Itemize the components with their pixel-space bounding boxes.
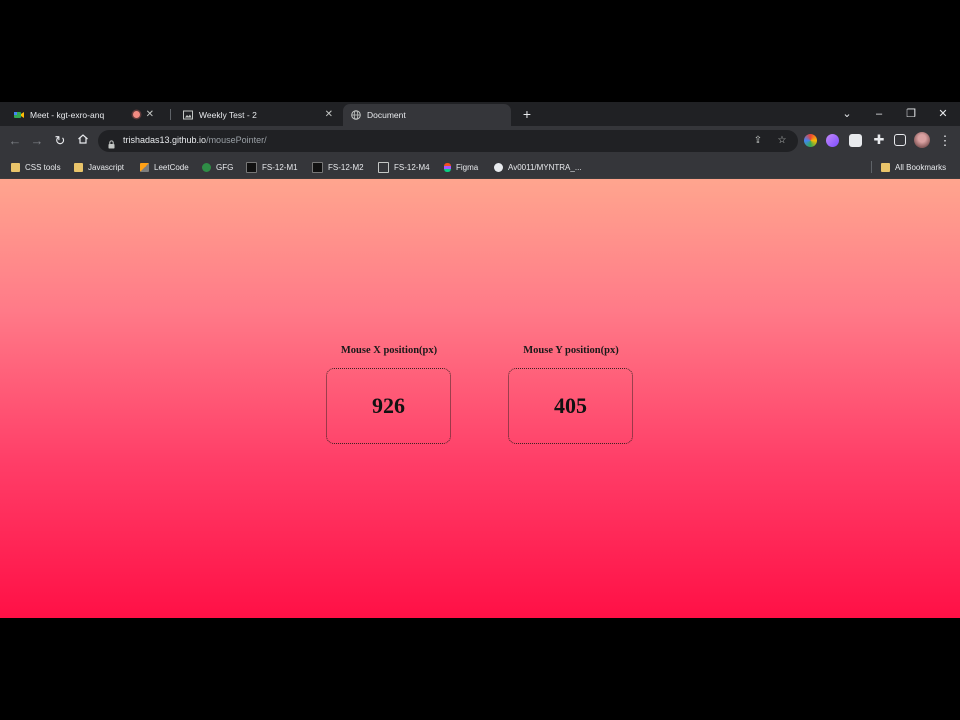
meet-icon [14,110,24,120]
tab-search-icon[interactable]: ⌄ [838,105,856,123]
image-icon [183,110,193,120]
site-icon [246,161,257,173]
tab-strip: Meet - kgt-exro-anq ✕ Weekly Test - 2 ✕ … [0,102,960,126]
mouse-y-value: 405 [554,393,587,418]
bookmark-star-icon[interactable]: ☆ [775,134,789,148]
bookmark-item[interactable]: FS-12-M2 [312,160,364,174]
tab-weekly-test[interactable]: Weekly Test - 2 ✕ [175,104,341,126]
extension-reader-icon[interactable] [849,134,862,147]
close-tab-icon[interactable]: ✕ [146,109,154,121]
avatar[interactable] [914,132,930,148]
github-icon [494,162,503,172]
bookmarks-bar: CSS tools Javascript LeetCode GFG FS-12-… [0,156,960,179]
recording-icon [133,111,140,118]
gfg-icon [202,162,211,172]
minimize-icon[interactable]: – [870,105,888,123]
reload-icon[interactable]: ↻ [52,133,68,149]
folder-icon [74,162,83,172]
page-content: Mouse X position(px) 926 Mouse Y positio… [0,179,960,618]
bookmark-item[interactable]: Av0011/MYNTRA_... [494,160,582,174]
close-tab-icon[interactable]: ✕ [325,109,333,121]
mouse-y-value-box: 405 [508,368,633,444]
bookmark-item[interactable]: LeetCode [140,160,189,174]
share-icon[interactable]: ⇪ [751,134,765,148]
tab-document[interactable]: Document [343,104,511,126]
bookmark-item[interactable]: FS-12-M4 [378,160,430,174]
url-text: trishadas13.github.io/mousePointer/ [123,135,267,145]
side-panel-icon[interactable] [894,134,906,146]
globe-icon [351,110,361,120]
extension-purple-icon[interactable] [826,134,839,147]
menu-kebab-icon[interactable]: ⋮ [937,133,953,149]
all-bookmarks[interactable]: All Bookmarks [881,160,946,174]
tab-separator [170,109,171,120]
figma-icon [444,162,451,172]
extensions-puzzle-icon[interactable]: ✚ [871,132,887,148]
folder-icon [881,162,890,172]
browser-window: Meet - kgt-exro-anq ✕ Weekly Test - 2 ✕ … [0,102,960,618]
site-icon [312,161,323,173]
mouse-x-label: Mouse X position(px) [340,345,438,356]
leetcode-icon [140,162,149,172]
mouse-x-value: 926 [372,393,405,418]
mouse-y-label: Mouse Y position(px) [523,345,619,356]
back-icon[interactable]: ← [7,133,23,149]
bookmark-item[interactable]: FS-12-M1 [246,160,298,174]
tab-title: Document [367,110,406,120]
forward-icon[interactable]: → [29,133,45,149]
site-info-icon[interactable] [108,136,115,149]
tab-meet[interactable]: Meet - kgt-exro-anq ✕ [6,104,162,126]
image-icon [378,161,389,173]
address-bar[interactable]: trishadas13.github.io/mousePointer/ ⇪ ☆ [98,130,798,152]
bookmark-item[interactable]: Figma [444,160,478,174]
tab-title: Weekly Test - 2 [199,110,257,120]
bookmark-item[interactable]: Javascript [74,160,124,174]
home-icon[interactable] [75,133,91,149]
bookmark-item[interactable]: CSS tools [11,160,61,174]
bookmark-item[interactable]: GFG [202,160,233,174]
mouse-x-value-box: 926 [326,368,451,444]
new-tab-icon[interactable]: + [519,106,535,122]
tab-title: Meet - kgt-exro-anq [30,110,105,120]
browser-toolbar: ← → ↻ trishadas13.github.io/mousePointer… [0,126,960,156]
close-window-icon[interactable]: ✕ [934,105,952,123]
restore-icon[interactable]: ❐ [902,105,920,123]
bookmarks-divider [871,161,872,173]
folder-icon [11,162,20,172]
extension-color-icon[interactable] [804,134,817,147]
